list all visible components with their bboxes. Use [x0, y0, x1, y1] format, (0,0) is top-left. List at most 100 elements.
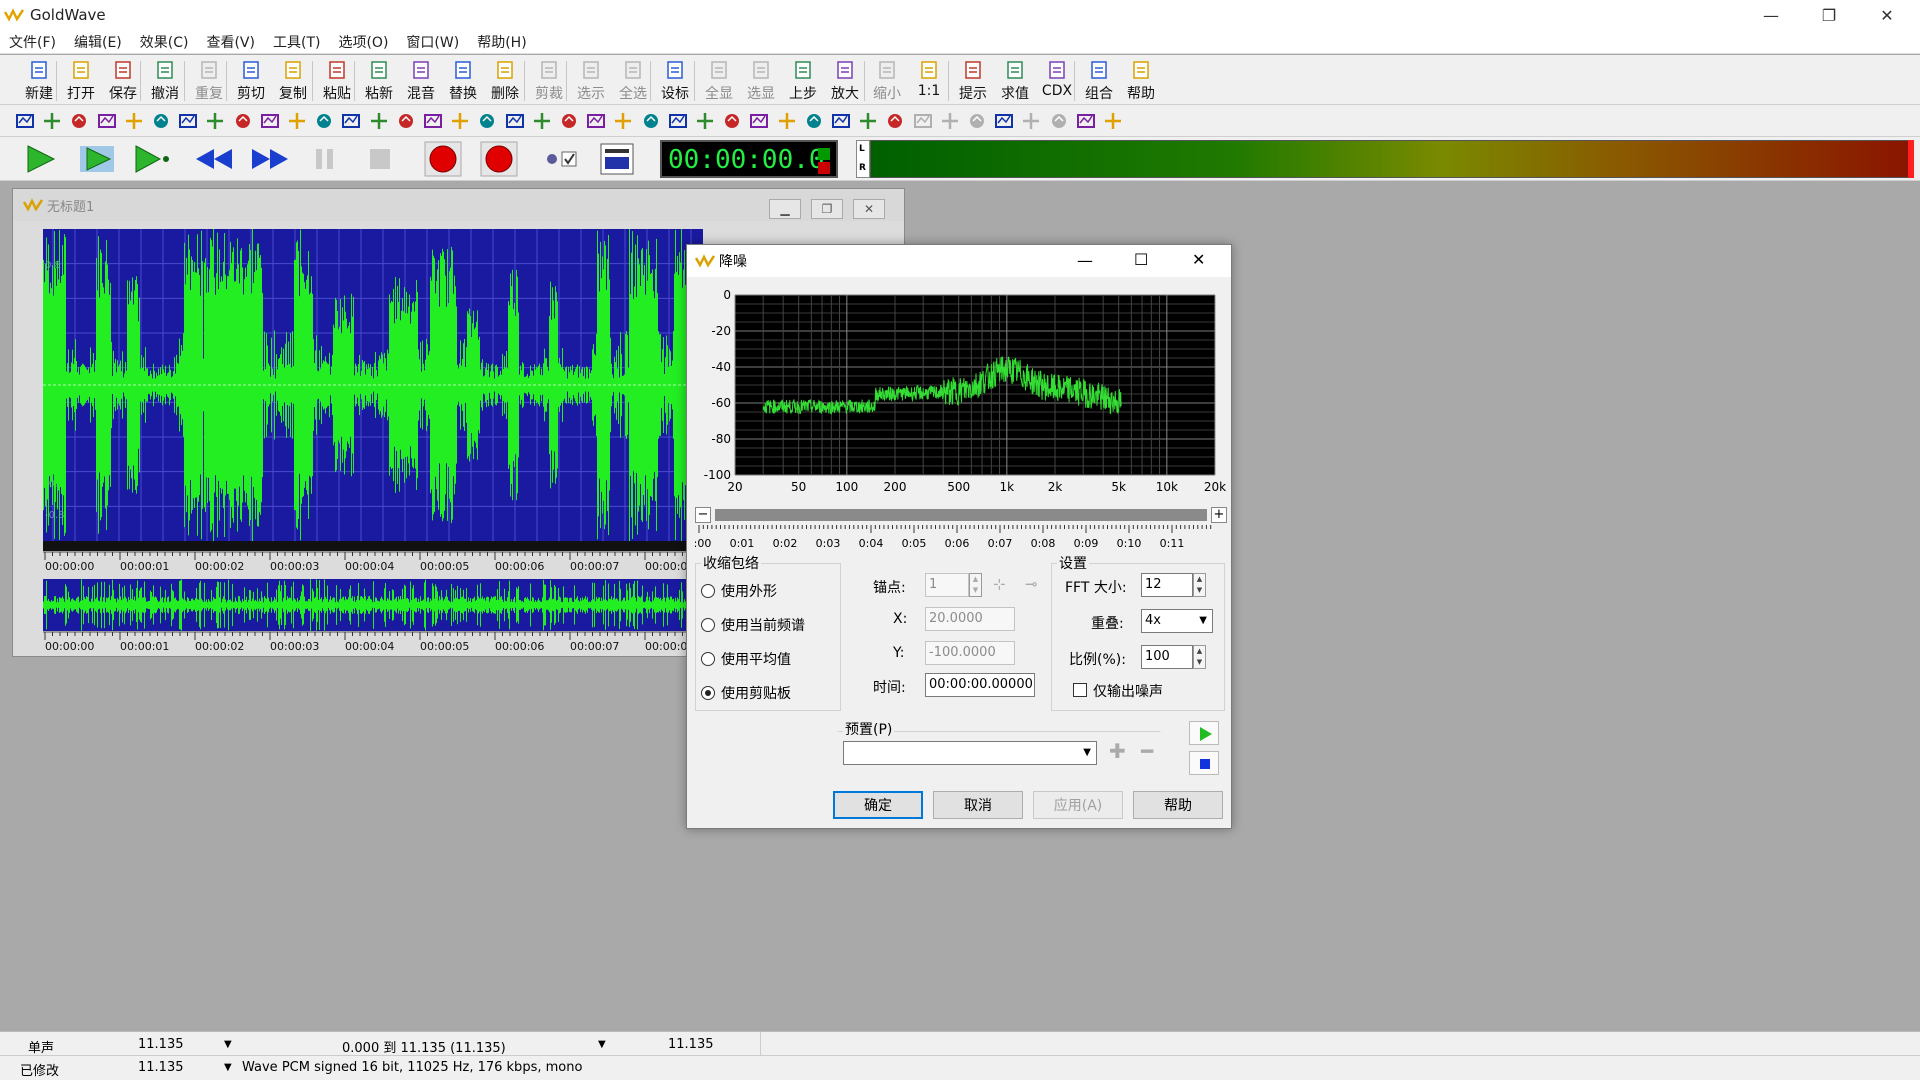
- remove-preset-icon[interactable]: ━: [1141, 739, 1153, 763]
- dialog-titlebar[interactable]: 降噪 — ☐ ✕: [687, 245, 1231, 277]
- toolbar-cue-button[interactable]: 提示: [952, 59, 994, 103]
- toolbar-redo-button[interactable]: 重复: [188, 59, 230, 103]
- overview-waveform[interactable]: [43, 579, 703, 631]
- reverb-effect-icon[interactable]: [204, 110, 226, 132]
- preset-select[interactable]: ▼: [843, 741, 1097, 765]
- zoom-effect-icon[interactable]: [912, 110, 934, 132]
- mixer-effect-icon[interactable]: [1102, 110, 1124, 132]
- invert-effect-icon[interactable]: [449, 110, 471, 132]
- fft-size-field[interactable]: 12: [1141, 573, 1193, 597]
- record-icon[interactable]: [424, 141, 462, 177]
- add-preset-icon[interactable]: ✚: [1109, 739, 1126, 763]
- minimize-button[interactable]: —: [1742, 0, 1800, 30]
- ratio-field[interactable]: 100: [1141, 645, 1193, 669]
- toolbar-set-marker-button[interactable]: 设标: [654, 59, 696, 103]
- highpass-effect-icon[interactable]: [993, 110, 1015, 132]
- record-options-icon[interactable]: [542, 147, 580, 171]
- fade-out-effect-icon[interactable]: [68, 110, 90, 132]
- toolbar-control-button[interactable]: 组合: [1078, 59, 1120, 103]
- record-selection-icon[interactable]: [480, 141, 518, 177]
- menu-tools[interactable]: 工具(T): [264, 32, 329, 52]
- radio-use-shape[interactable]: 使用外形: [701, 581, 777, 601]
- flip-effect-icon[interactable]: [368, 110, 390, 132]
- marker-effect-icon[interactable]: [1020, 110, 1042, 132]
- mapper-effect-icon[interactable]: [585, 110, 607, 132]
- volume-effect-icon[interactable]: [14, 110, 36, 132]
- tape-effect-icon[interactable]: [1075, 110, 1097, 132]
- menu-options[interactable]: 选项(O): [329, 32, 397, 52]
- filter-effect-icon[interactable]: [286, 110, 308, 132]
- fast-forward-icon[interactable]: [250, 145, 290, 173]
- anchor-spinner[interactable]: ▲ ▼: [969, 573, 982, 597]
- chevron-down-icon[interactable]: ▼: [224, 1039, 232, 1050]
- radio-use-current-spectrum[interactable]: 使用当前频谱: [701, 615, 805, 635]
- toolbar-zoom-1to1-button[interactable]: 1:1: [908, 59, 950, 103]
- doppler-effect-icon[interactable]: [313, 110, 335, 132]
- toolbar-mix-button[interactable]: 混音: [400, 59, 442, 103]
- waveform-view[interactable]: 0.80.60.40.20.0-0.2-0.4-0.6-0.8: [43, 229, 703, 541]
- expand-effect-icon[interactable]: [830, 110, 852, 132]
- remove-anchor-icon[interactable]: ⊸: [1025, 575, 1038, 593]
- toolbar-save-button[interactable]: 保存: [102, 59, 144, 103]
- mechanize-effect-icon[interactable]: [96, 110, 118, 132]
- compressor-effect-icon[interactable]: [776, 110, 798, 132]
- waveform-window-titlebar[interactable]: 无标题1 ▁ ❐ ✕: [13, 189, 904, 221]
- child-close-button[interactable]: ✕: [853, 199, 885, 219]
- pitch-effect-icon[interactable]: [150, 110, 172, 132]
- child-minimize-button[interactable]: ▁: [769, 199, 801, 219]
- child-restore-button[interactable]: ❐: [811, 199, 843, 219]
- restore-button[interactable]: ❐: [1800, 0, 1858, 30]
- play-icon[interactable]: [24, 143, 58, 175]
- rewind-icon[interactable]: [194, 145, 234, 173]
- toolbar-paste-new-button[interactable]: 粘新: [358, 59, 400, 103]
- ok-button[interactable]: 确定: [833, 791, 923, 819]
- noise-only-checkbox[interactable]: [1073, 683, 1087, 697]
- gate-effect-icon[interactable]: [803, 110, 825, 132]
- dialog-close-icon[interactable]: ✕: [1192, 250, 1205, 269]
- toolbar-paste-button[interactable]: 粘贴: [316, 59, 358, 103]
- toolbar-open-folder-button[interactable]: 打开: [60, 59, 102, 103]
- resample-effect-icon[interactable]: [640, 110, 662, 132]
- preview-stop-button[interactable]: [1189, 751, 1219, 775]
- toolbar-replace-button[interactable]: 替换: [442, 59, 484, 103]
- waveform-scroll-strip[interactable]: [43, 541, 703, 551]
- device-controls-icon[interactable]: [600, 143, 634, 175]
- flange-effect-icon[interactable]: [857, 110, 879, 132]
- help-button[interactable]: 帮助: [1133, 791, 1223, 819]
- radio-use-clipboard[interactable]: 使用剪贴板: [701, 683, 791, 703]
- reverse-effect-icon[interactable]: [395, 110, 417, 132]
- toolbar-trim-button[interactable]: 剪裁: [528, 59, 570, 103]
- menu-help[interactable]: 帮助(H): [468, 32, 535, 52]
- matcher-effect-icon[interactable]: [476, 110, 498, 132]
- toolbar-select-view-button[interactable]: 选示: [570, 59, 612, 103]
- menu-view[interactable]: 查看(V): [197, 32, 264, 52]
- x-field[interactable]: 20.0000: [925, 607, 1015, 631]
- spectrum-graph[interactable]: 0-20-40-60-80-10020 50 100 200 500 1k 2k 5k 10k 2…: [691, 289, 1231, 495]
- noise-effect-icon[interactable]: [531, 110, 553, 132]
- menu-effects[interactable]: 效果(C): [131, 32, 198, 52]
- toolbar-help-button[interactable]: 帮助: [1120, 59, 1162, 103]
- chevron-down-icon[interactable]: ▼: [598, 1039, 606, 1050]
- close-button[interactable]: ✕: [1858, 0, 1916, 30]
- ratio-spinner[interactable]: ▲ ▼: [1193, 645, 1206, 669]
- lowpass-effect-icon[interactable]: [966, 110, 988, 132]
- playback-effect-icon[interactable]: [667, 110, 689, 132]
- special-effect-icon[interactable]: [1048, 110, 1070, 132]
- toolbar-cut-button[interactable]: 剪切: [230, 59, 272, 103]
- play-selection-icon[interactable]: [78, 143, 116, 175]
- spectrum-effect-icon[interactable]: [558, 110, 580, 132]
- anchor-field[interactable]: 1: [925, 573, 969, 597]
- channel-effect-icon[interactable]: [694, 110, 716, 132]
- equalizer-effect-icon[interactable]: [259, 110, 281, 132]
- chevron-down-icon[interactable]: ▼: [224, 1062, 232, 1073]
- cd-rip-effect-icon[interactable]: [612, 110, 634, 132]
- toolbar-zoom-selection-button[interactable]: 选显: [740, 59, 782, 103]
- add-anchor-icon[interactable]: ⊹: [993, 575, 1006, 593]
- stop-icon[interactable]: [366, 145, 394, 173]
- menu-edit[interactable]: 编辑(E): [65, 32, 131, 52]
- toolbar-new-file-button[interactable]: 新建: [18, 59, 60, 103]
- toolbar-select-all-button[interactable]: 全选: [612, 59, 654, 103]
- mono-effect-icon[interactable]: [748, 110, 770, 132]
- dynamics-effect-icon[interactable]: [123, 110, 145, 132]
- dialog-maximize-icon[interactable]: ☐: [1134, 250, 1148, 269]
